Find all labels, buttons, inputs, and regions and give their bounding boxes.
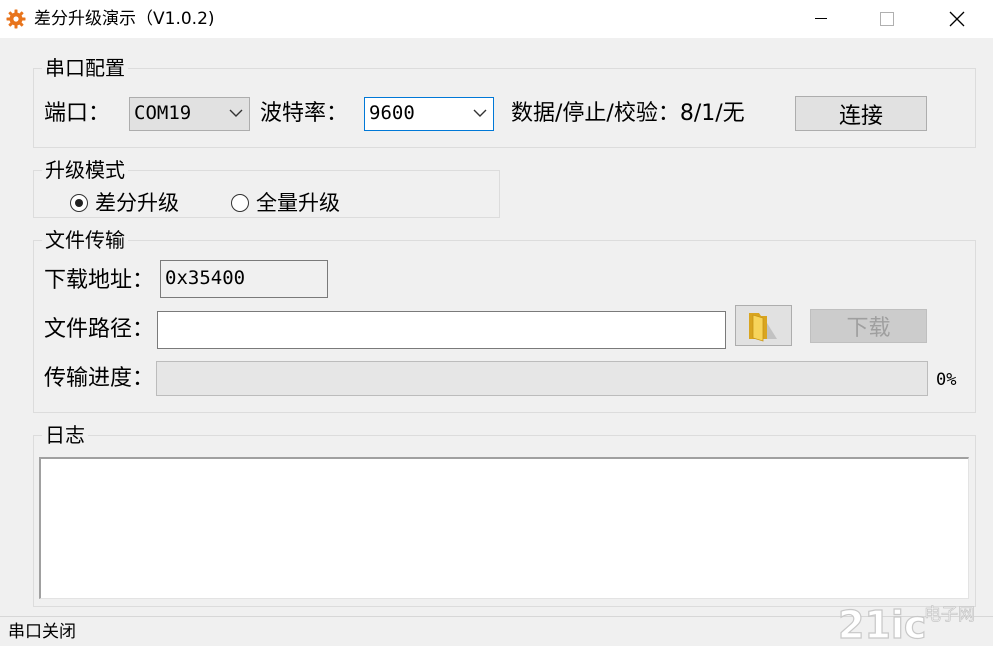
watermark-logo: 21ic 电子网 bbox=[838, 602, 975, 644]
client-area: 串口配置 端口： COM19 波特率： 9600 数据/停止/校验：8/1/无 … bbox=[0, 38, 993, 616]
chevron-down-icon bbox=[229, 109, 243, 117]
download-address-value: 0x35400 bbox=[165, 267, 246, 289]
title-bar: 差分升级演示（V1.0.2) bbox=[0, 0, 993, 38]
svg-text:电子网: 电子网 bbox=[924, 605, 975, 625]
connect-button[interactable]: 连接 bbox=[795, 96, 927, 131]
file-path-input[interactable] bbox=[157, 311, 726, 349]
maximize-button[interactable] bbox=[852, 0, 922, 38]
folder-icon bbox=[748, 312, 777, 342]
browse-button[interactable] bbox=[735, 305, 792, 346]
maximize-icon bbox=[880, 12, 894, 26]
minimize-icon bbox=[815, 18, 827, 19]
minimize-button[interactable] bbox=[786, 0, 856, 38]
status-text: 串口关闭 bbox=[8, 622, 76, 642]
download-button[interactable]: 下载 bbox=[810, 309, 927, 343]
radio-diff-upgrade[interactable]: 差分升级 bbox=[70, 190, 179, 216]
log-title: 日志 bbox=[42, 423, 88, 447]
close-button[interactable] bbox=[922, 0, 992, 38]
serial-config-title: 串口配置 bbox=[42, 56, 128, 80]
upgrade-mode-title: 升级模式 bbox=[42, 158, 128, 182]
transfer-progress-bar bbox=[156, 361, 928, 396]
port-select-value: COM19 bbox=[134, 102, 192, 124]
baud-select[interactable]: 9600 bbox=[364, 97, 494, 131]
progress-label: 传输进度： bbox=[44, 366, 155, 391]
radio-full-upgrade-label: 全量升级 bbox=[256, 191, 340, 215]
radio-full-upgrade[interactable]: 全量升级 bbox=[231, 190, 340, 216]
log-output[interactable] bbox=[39, 457, 969, 599]
file-path-label: 文件路径： bbox=[44, 317, 155, 342]
svg-text:21ic: 21ic bbox=[838, 603, 926, 644]
progress-percent: 0% bbox=[936, 370, 957, 390]
port-label: 端口： bbox=[44, 101, 111, 126]
radio-unchecked-icon bbox=[231, 194, 249, 212]
file-transfer-title: 文件传输 bbox=[42, 228, 128, 252]
baud-label: 波特率： bbox=[260, 101, 349, 126]
close-icon bbox=[949, 11, 965, 27]
baud-select-value: 9600 bbox=[369, 102, 415, 124]
radio-diff-upgrade-label: 差分升级 bbox=[95, 191, 179, 215]
gear-icon bbox=[6, 9, 26, 29]
data-format-label: 数据/停止/校验：8/1/无 bbox=[511, 101, 745, 126]
download-address-field[interactable]: 0x35400 bbox=[160, 260, 328, 298]
chevron-down-icon bbox=[473, 109, 487, 117]
window-title: 差分升级演示（V1.0.2) bbox=[34, 9, 215, 29]
download-address-label: 下载地址： bbox=[44, 268, 155, 293]
radio-checked-icon bbox=[70, 194, 88, 212]
port-select[interactable]: COM19 bbox=[129, 97, 250, 131]
